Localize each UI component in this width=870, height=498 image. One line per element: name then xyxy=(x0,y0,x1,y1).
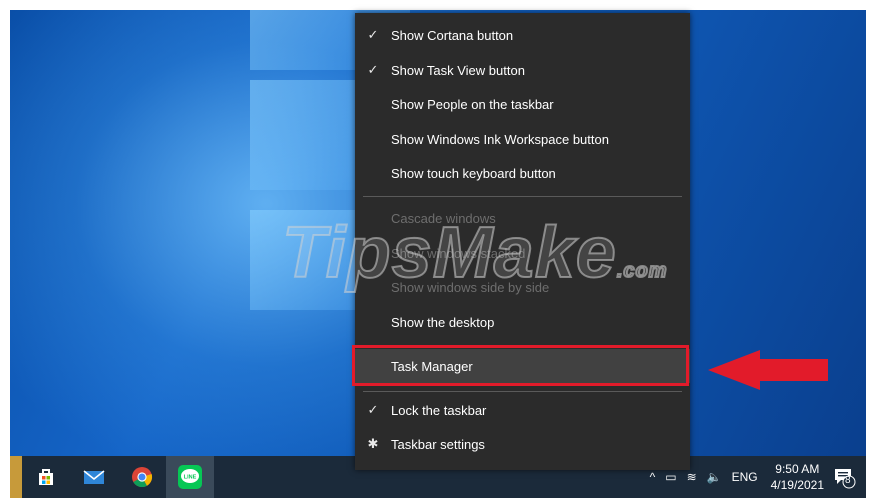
volume-icon[interactable]: 🔈 xyxy=(707,470,722,484)
line-taskbar-button[interactable]: LINE xyxy=(166,456,214,498)
line-label: LINE xyxy=(184,475,197,481)
mail-icon xyxy=(83,470,105,484)
menu-item-show-touch-keyboard[interactable]: Show touch keyboard button xyxy=(355,156,690,190)
notification-count: 8 xyxy=(845,475,851,486)
menu-item-show-cortana-button[interactable]: ✓ Show Cortana button xyxy=(355,18,690,52)
checkmark-icon: ✓ xyxy=(367,62,379,77)
menu-item-label: Show the desktop xyxy=(391,314,495,330)
notification-center-button[interactable]: 8 xyxy=(832,465,856,489)
menu-item-label: Taskbar settings xyxy=(391,436,485,452)
menu-separator xyxy=(363,196,682,197)
mail-taskbar-button[interactable] xyxy=(70,456,118,498)
wifi-icon[interactable]: ≋ xyxy=(687,470,697,484)
show-hidden-icons-chevron-icon[interactable]: ^ xyxy=(650,470,656,484)
menu-item-show-people[interactable]: Show People on the taskbar xyxy=(355,87,690,121)
menu-item-show-windows-ink[interactable]: Show Windows Ink Workspace button xyxy=(355,122,690,156)
menu-item-show-the-desktop[interactable]: Show the desktop xyxy=(355,305,690,339)
line-icon: LINE xyxy=(178,465,202,489)
clock-time: 9:50 AM xyxy=(775,462,820,476)
menu-item-label: Show Cortana button xyxy=(391,27,514,43)
chrome-taskbar-button[interactable] xyxy=(118,456,166,498)
menu-item-show-task-view-button[interactable]: ✓ Show Task View button xyxy=(355,53,690,87)
gear-icon: ✱ xyxy=(367,436,379,451)
menu-item-label: Show People on the taskbar xyxy=(391,96,554,112)
chrome-icon xyxy=(132,467,153,488)
input-language[interactable]: ENG xyxy=(732,470,758,484)
clock[interactable]: 9:50 AM 4/19/2021 xyxy=(771,461,824,493)
menu-item-label: Show touch keyboard button xyxy=(391,165,556,181)
watermark-suffix: .com xyxy=(616,259,668,283)
battery-icon[interactable]: ▭ xyxy=(665,470,676,484)
store-taskbar-button[interactable] xyxy=(22,456,70,498)
red-arrow-annotation xyxy=(708,350,828,390)
watermark: TipsMake.com xyxy=(281,212,668,294)
menu-separator xyxy=(363,391,682,392)
task-manager-highlight-box xyxy=(352,345,689,386)
notification-icon xyxy=(835,469,856,489)
taskbar-edge-app[interactable] xyxy=(10,456,22,498)
checkmark-icon: ✓ xyxy=(367,402,379,417)
menu-item-label: Lock the taskbar xyxy=(391,402,487,418)
menu-item-label: Show Task View button xyxy=(391,62,525,78)
store-icon xyxy=(39,469,53,485)
menu-item-taskbar-settings[interactable]: ✱ Taskbar settings xyxy=(355,427,690,461)
checkmark-icon: ✓ xyxy=(367,27,379,42)
clock-date: 4/19/2021 xyxy=(770,478,824,492)
menu-item-lock-the-taskbar[interactable]: ✓ Lock the taskbar xyxy=(355,393,690,427)
watermark-text: TipsMake xyxy=(281,212,617,294)
menu-item-label: Show Windows Ink Workspace button xyxy=(391,131,609,147)
